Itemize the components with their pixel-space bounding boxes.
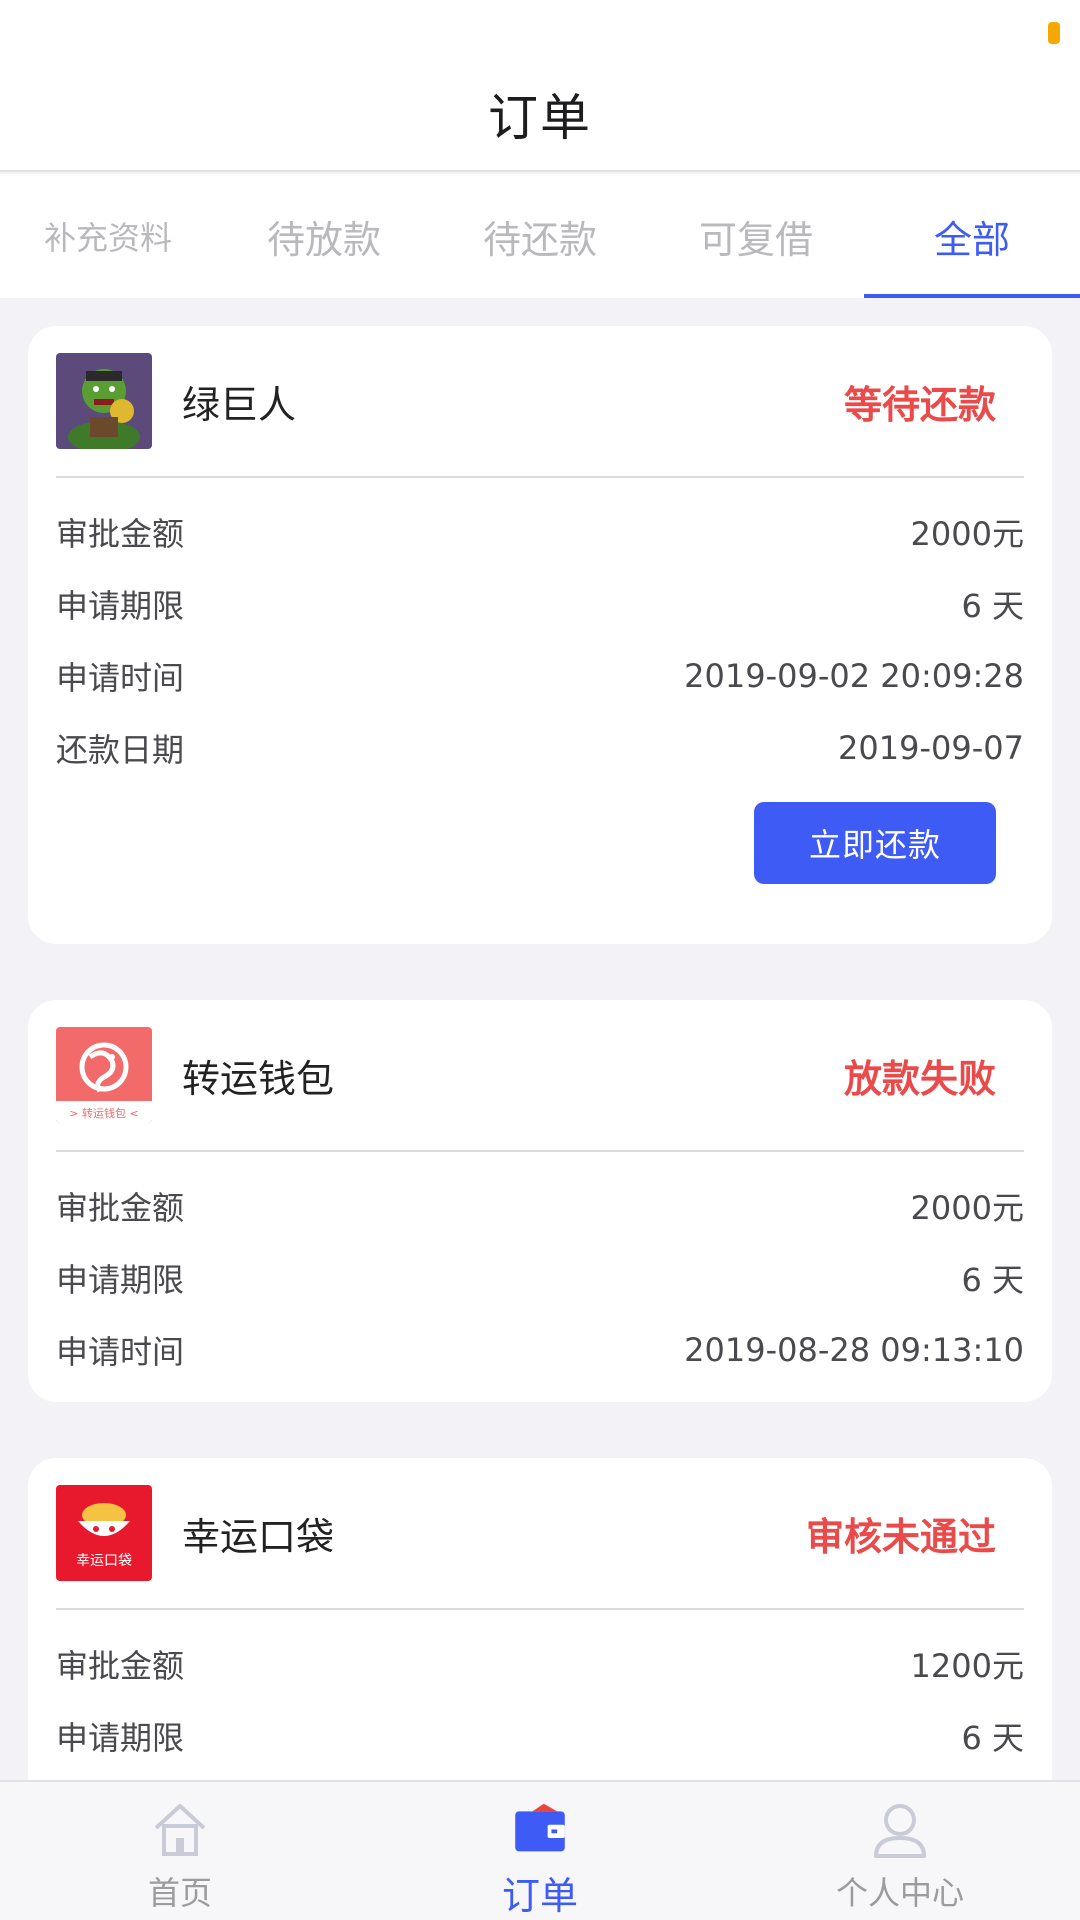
detail-row: 审批金额 2000元 <box>56 496 1024 568</box>
tab-supplement[interactable]: 补充资料 <box>0 174 216 298</box>
card-actions: 立即还款 <box>56 784 1024 944</box>
tab-pending-repay[interactable]: 待还款 <box>432 174 648 298</box>
nav-orders[interactable]: 订单 <box>360 1782 720 1920</box>
tab-all[interactable]: 全部 <box>864 174 1080 298</box>
zhuanyun-wallet-logo-icon: > 转运钱包 < <box>56 1027 152 1123</box>
order-card[interactable]: 绿巨人 等待还款 审批金额 2000元 申请期限 6 天 申请时间 2019-0… <box>28 326 1052 944</box>
nav-home[interactable]: 首页 <box>0 1782 360 1920</box>
logo-text: > 转运钱包 < <box>69 1106 138 1120</box>
detail-value: 6 天 <box>961 587 1024 625</box>
page-title: 订单 <box>488 89 592 147</box>
hulk-avatar-icon <box>56 353 152 449</box>
logo-text: 幸运口袋 <box>76 1553 132 1569</box>
detail-value: 6 天 <box>961 1719 1024 1757</box>
xingyun-pocket-logo-icon: 幸运口袋 <box>56 1485 152 1581</box>
order-status: 审核未通过 <box>805 1514 996 1559</box>
detail-value: 2000元 <box>910 1189 1024 1227</box>
detail-row: 还款日期 2019-09-07 <box>56 712 1024 784</box>
detail-row: 审批金额 1200元 <box>56 1628 1024 1700</box>
tab-pending-loan[interactable]: 待放款 <box>216 174 432 298</box>
lender-name: 幸运口袋 <box>182 1514 335 1559</box>
detail-label: 申请时间 <box>56 1333 185 1371</box>
order-card[interactable]: > 转运钱包 < 转运钱包 放款失败 审批金额 2000元 申请期限 6 天 申… <box>28 1000 1052 1402</box>
detail-row: 申请时间 2019-08-28 09:13:10 <box>56 1314 1024 1386</box>
user-icon <box>874 1804 926 1858</box>
order-tabs: 补充资料 待放款 待还款 可复借 全部 <box>0 174 1080 298</box>
detail-value: 2019-08-28 09:13:10 <box>684 1331 1024 1369</box>
detail-label: 审批金额 <box>56 1647 185 1685</box>
repay-now-button[interactable]: 立即还款 <box>754 802 996 884</box>
detail-value: 2019-09-02 20:09:28 <box>684 657 1024 695</box>
detail-row: 审批金额 2000元 <box>56 1170 1024 1242</box>
order-details: 审批金额 2000元 申请期限 6 天 申请时间 2019-09-02 20:0… <box>56 478 1024 784</box>
nav-home-label: 首页 <box>147 1874 212 1912</box>
home-icon <box>154 1804 206 1856</box>
detail-label: 申请期限 <box>56 1719 185 1757</box>
order-status: 放款失败 <box>843 1056 996 1101</box>
detail-value: 6 天 <box>961 1261 1024 1299</box>
detail-row: 申请时间 2019-09-02 20:09:28 <box>56 640 1024 712</box>
lender-name: 转运钱包 <box>182 1056 335 1101</box>
nav-orders-label: 订单 <box>501 1874 578 1918</box>
detail-label: 审批金额 <box>56 1189 185 1227</box>
detail-row: 申请期限 6 天 <box>56 1242 1024 1314</box>
order-card-header: 绿巨人 等待还款 <box>56 326 1024 478</box>
detail-label: 审批金额 <box>56 515 185 553</box>
detail-label: 还款日期 <box>56 731 185 769</box>
detail-label: 申请时间 <box>56 659 185 697</box>
order-status: 等待还款 <box>843 382 996 427</box>
detail-value: 2000元 <box>910 515 1024 553</box>
order-list: 绿巨人 等待还款 审批金额 2000元 申请期限 6 天 申请时间 2019-0… <box>28 326 1052 1908</box>
detail-value: 1200元 <box>910 1647 1024 1685</box>
detail-label: 申请期限 <box>56 1261 185 1299</box>
bottom-navigation: 首页 订单 个人中心 <box>0 1780 1080 1920</box>
detail-label: 申请期限 <box>56 587 185 625</box>
nav-profile-label: 个人中心 <box>835 1874 964 1912</box>
wallet-icon <box>515 1803 565 1852</box>
status-indicator <box>1048 22 1060 44</box>
tab-reborrow[interactable]: 可复借 <box>648 174 864 298</box>
order-screen: 订单 补充资料 待放款 待还款 可复借 全部 绿巨人 等待还款 审批金额 200… <box>0 0 1080 1920</box>
order-card-header: > 转运钱包 < 转运钱包 放款失败 <box>56 1000 1024 1152</box>
detail-row: 申请期限 6 天 <box>56 1700 1024 1772</box>
detail-value: 2019-09-07 <box>838 729 1024 767</box>
order-card-header: 幸运口袋 幸运口袋 审核未通过 <box>56 1458 1024 1610</box>
top-header: 订单 <box>0 0 1080 172</box>
order-details: 审批金额 2000元 申请期限 6 天 申请时间 2019-08-28 09:1… <box>56 1152 1024 1402</box>
detail-row: 申请期限 6 天 <box>56 568 1024 640</box>
lender-name: 绿巨人 <box>182 382 297 427</box>
nav-profile[interactable]: 个人中心 <box>720 1782 1080 1920</box>
